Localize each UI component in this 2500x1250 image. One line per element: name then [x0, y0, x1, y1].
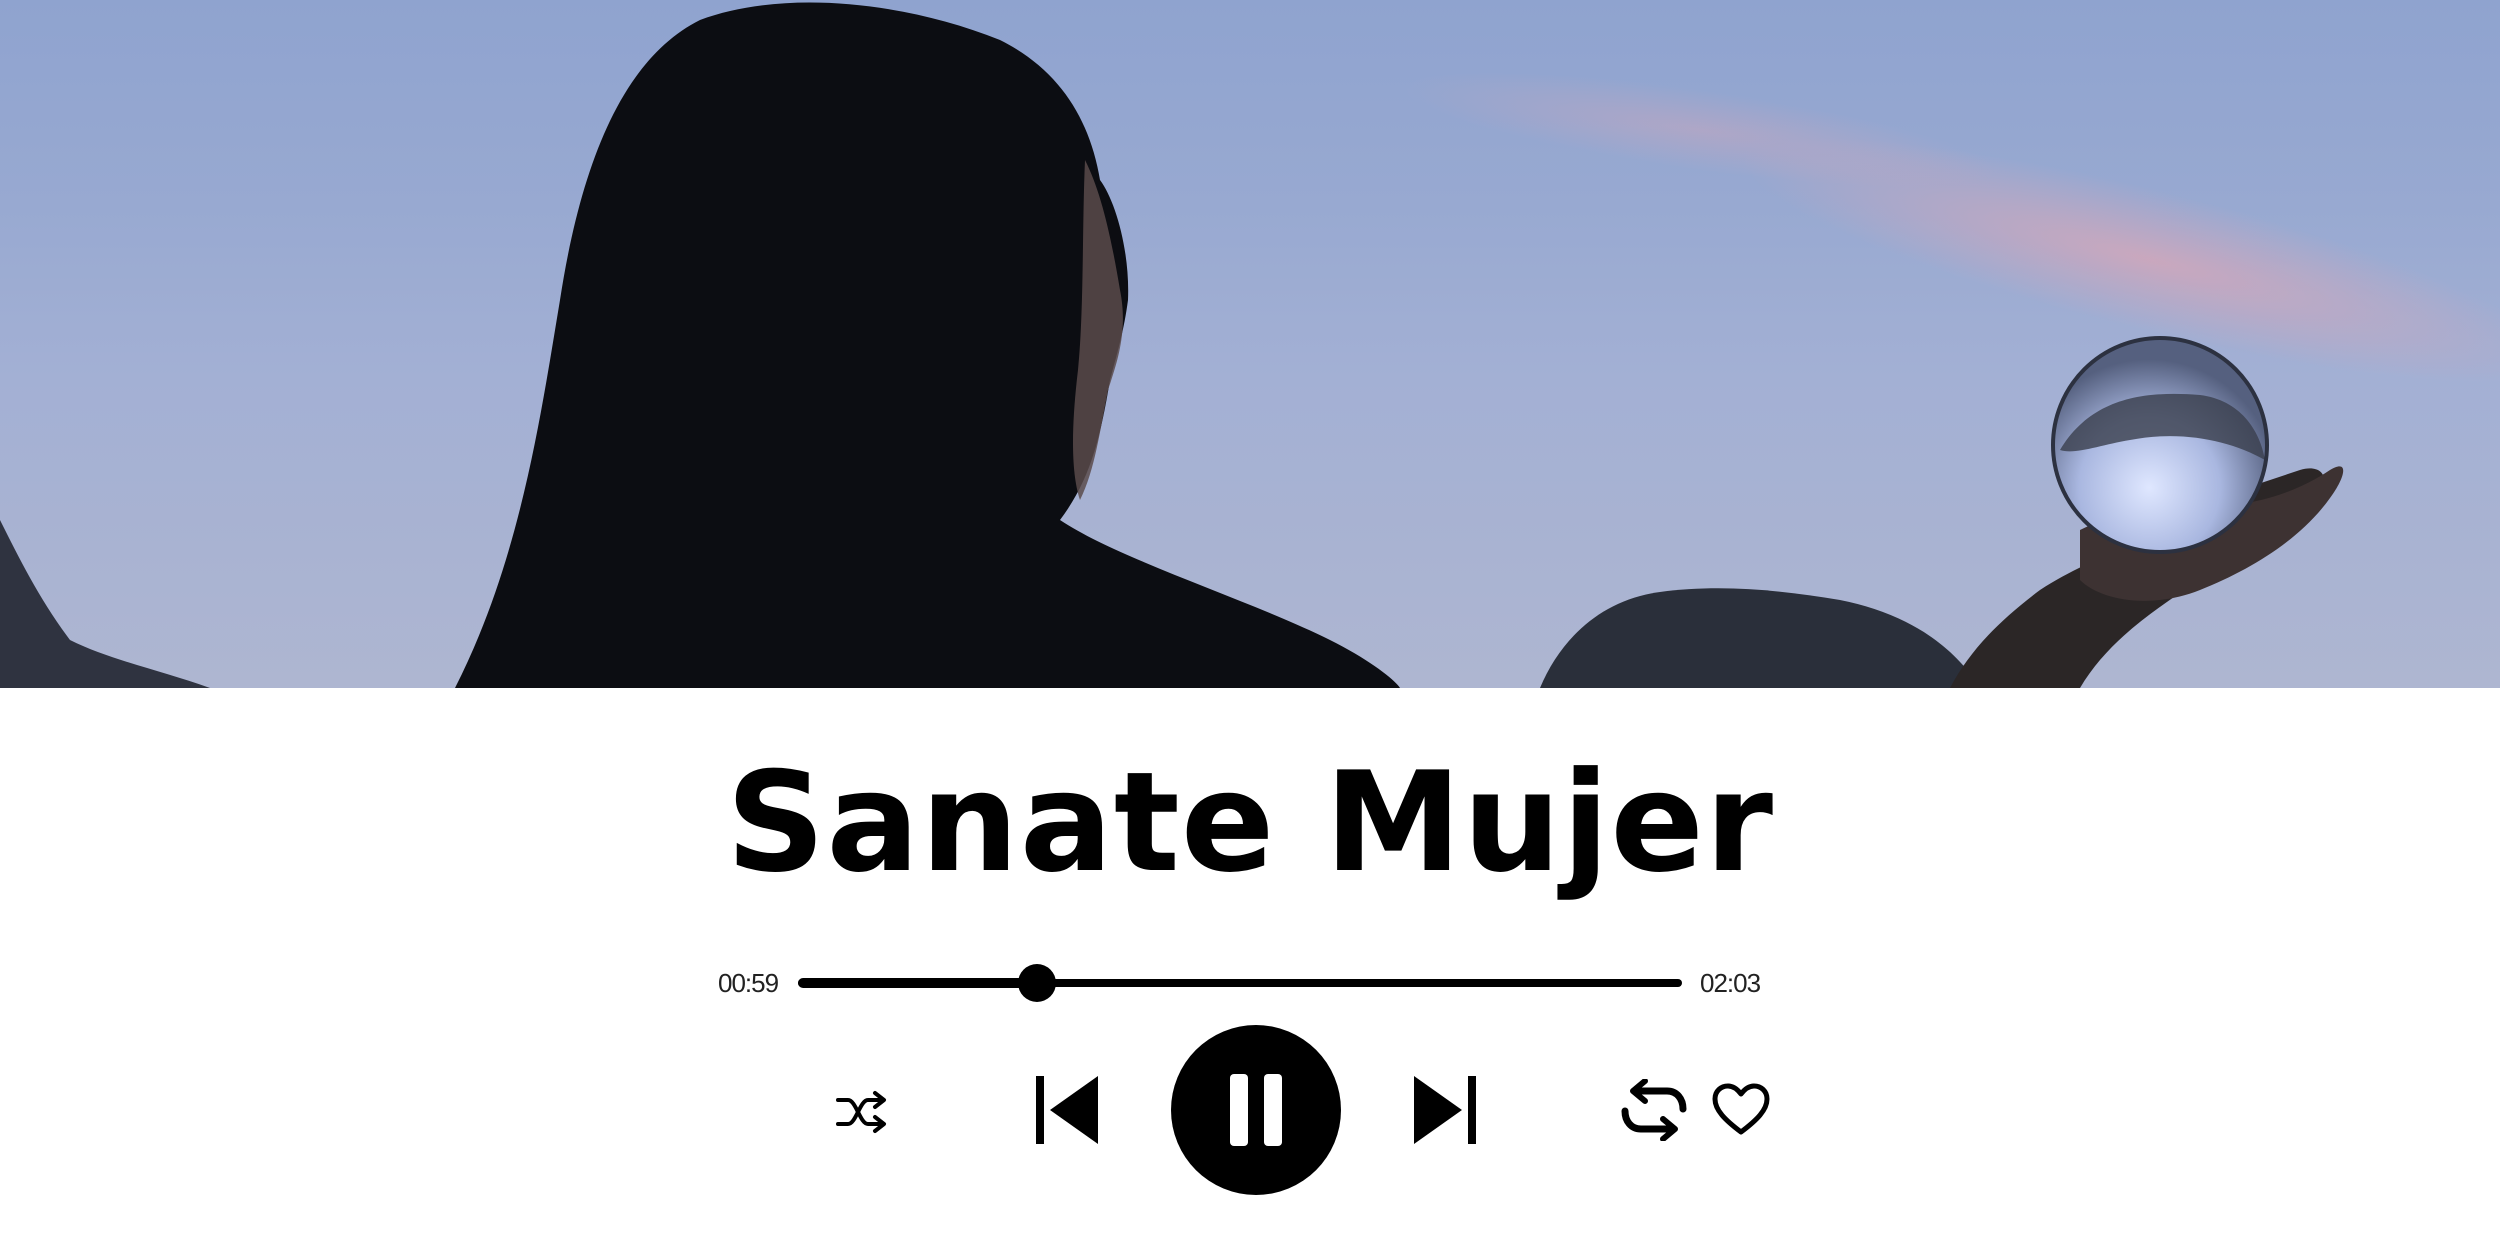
- next-button[interactable]: [1410, 1072, 1480, 1148]
- cover-photo-illustration: [0, 2, 2500, 688]
- pause-button[interactable]: [1171, 1025, 1341, 1195]
- shuffle-icon: [836, 1091, 886, 1133]
- skip-previous-icon: [1036, 1076, 1098, 1144]
- skip-next-icon: [1414, 1076, 1476, 1144]
- progress-bar[interactable]: [798, 978, 1682, 988]
- track-title: Sanate Mujer: [725, 742, 1774, 903]
- progress-fill: [798, 978, 1037, 988]
- shuffle-button[interactable]: [832, 1082, 892, 1142]
- repeat-button[interactable]: [1618, 1077, 1690, 1143]
- total-duration: 02:03: [1700, 968, 1761, 998]
- progress-handle[interactable]: [1017, 964, 1056, 1002]
- like-button[interactable]: [1710, 1080, 1772, 1138]
- pause-icon: [1230, 1074, 1282, 1146]
- heart-icon: [1712, 1083, 1770, 1135]
- repeat-icon: [1621, 1079, 1687, 1141]
- cover-image: [0, 0, 2500, 688]
- elapsed-time: 00:59: [718, 968, 779, 998]
- previous-button[interactable]: [1032, 1072, 1102, 1148]
